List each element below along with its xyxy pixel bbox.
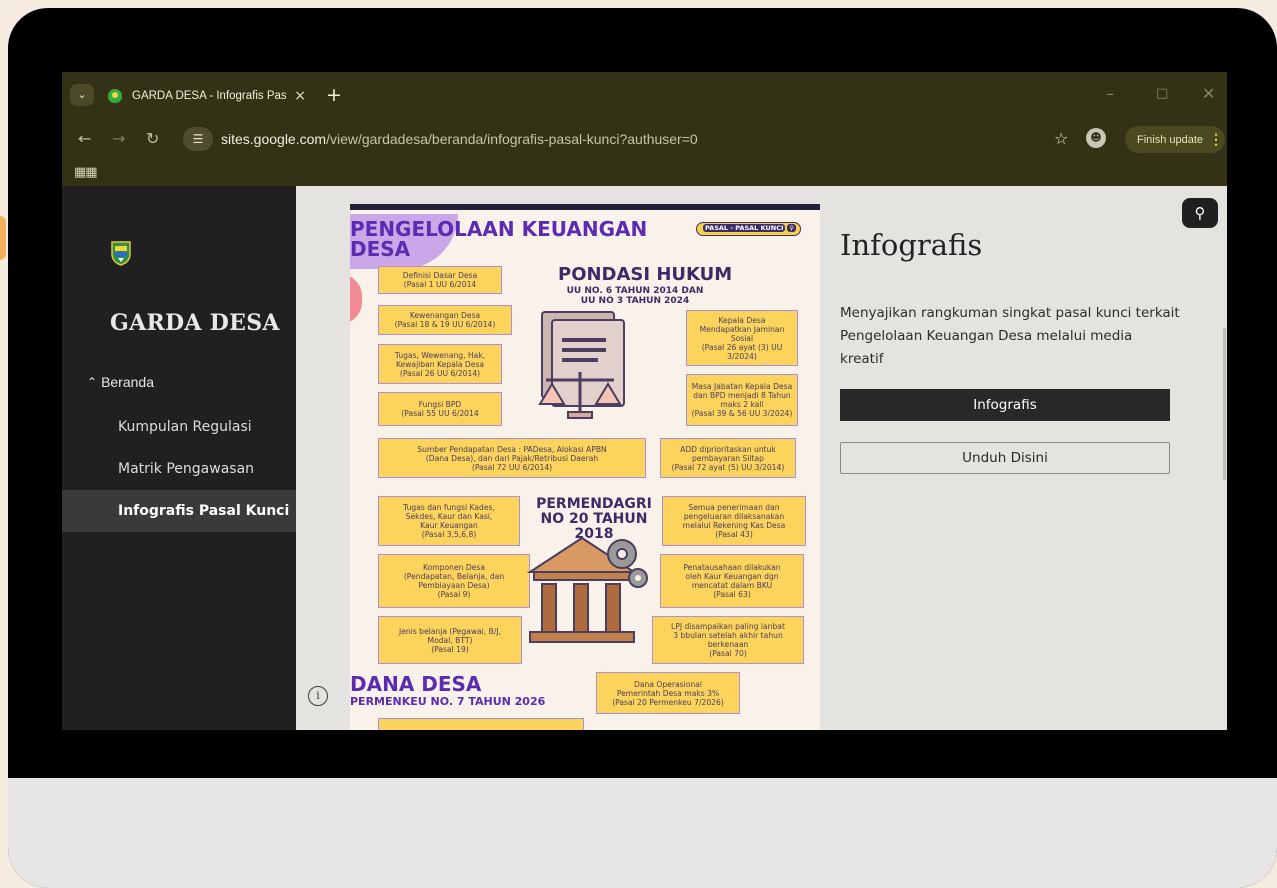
box-rekening-kas-desa: Semua penerimaan dan pengeluaran dilaksa… (662, 496, 806, 546)
sidebar: GARDA DESA ⌃ Beranda Kumpulan Regulasi M… (62, 186, 296, 730)
scrollbar[interactable] (1223, 328, 1226, 480)
page-title: Infografis (840, 228, 983, 262)
url-text: sites.google.com/view/gardadesa/beranda/… (221, 131, 698, 147)
box-jaminan-sosial: Kepala Desa Mendapatkan Jaminan Sosial (… (686, 310, 798, 366)
box-tugas-kepala-desa: Tugas, Wewenang, Hak, Kewajiban Kepala D… (378, 344, 502, 384)
tab-search-icon[interactable]: ⌄ (70, 84, 94, 106)
heading-pondasi-sub1: UU NO. 6 TAHUN 2014 DAN (566, 286, 704, 296)
garda-desa-logo[interactable] (110, 240, 132, 266)
decor-edge (0, 216, 6, 260)
page-content: GARDA DESA ⌃ Beranda Kumpulan Regulasi M… (62, 186, 1227, 730)
site-name[interactable]: GARDA DESA (110, 310, 280, 336)
restore-icon[interactable]: □ (1156, 86, 1168, 101)
box-jenis-belanja: Jenis belanja (Pegawai, B/J, Modal, BTT)… (378, 616, 522, 664)
box-add-siltap: ADD diprioritaskan untuk pembayaran Silt… (660, 438, 796, 478)
back-arrow-icon[interactable]: ← (78, 129, 91, 149)
apps-grid-icon[interactable]: ▦▦ (74, 165, 98, 180)
box-penatausahaan: Penatausahaan dilakukan oleh Kaur Keuang… (660, 554, 804, 608)
infografis-button[interactable]: Infografis (840, 389, 1170, 421)
site-info-icon[interactable]: ☰ (183, 127, 213, 151)
page-description: Menyajikan rangkuman singkat pasal kunci… (840, 305, 1180, 367)
box-sumber-pendapatan: Sumber Pendapatan Desa : PADesa, Alokasi… (378, 438, 646, 478)
tab-title: GARDA DESA - Infografis Pasal (132, 90, 287, 102)
heading-dana-desa: DANA DESA (350, 672, 482, 696)
box-tugas-fungsi-kades: Tugas dan fungsi Kades, Sekdes, Kaur dan… (378, 496, 520, 546)
tab-active[interactable]: GARDA DESA - Infografis Pasal × (100, 78, 306, 114)
decor-blob (350, 274, 362, 324)
heading-dana-desa-sub: PERMENKEU NO. 7 TAHUN 2026 (350, 695, 546, 708)
info-icon[interactable]: i (308, 686, 328, 706)
minimize-icon[interactable]: – (1106, 84, 1114, 103)
sidebar-item-infografis-pasal-kunci[interactable]: Infografis Pasal Kunci (62, 490, 296, 532)
finish-update-button[interactable]: Finish update ⋮ (1125, 126, 1225, 153)
download-button[interactable]: Unduh Disini (840, 442, 1170, 474)
address-bar[interactable]: ☰ sites.google.com/view/gardadesa/berand… (178, 123, 1098, 155)
bookmarks-bar: ▦▦ (62, 160, 1227, 188)
forward-arrow-icon[interactable]: → (112, 129, 125, 149)
device-lower-area (8, 778, 1277, 888)
reload-icon[interactable]: ↻ (146, 129, 159, 149)
sidebar-item-label: Beranda (101, 374, 154, 390)
toolbar: ← → ↻ ☰ sites.google.com/view/gardadesa/… (62, 120, 1227, 160)
browser-window: ⌄ GARDA DESA - Infografis Pasal × + – □ … (62, 72, 1227, 730)
search-icon[interactable]: ⚲ (1182, 198, 1218, 228)
sidebar-item-matrik-pengawasan[interactable]: Matrik Pengawasan (62, 448, 296, 490)
star-icon[interactable]: ☆ (1054, 129, 1068, 148)
heading-permendagri-line1: PERMENDAGRI (536, 496, 652, 512)
box-lpj: LPJ disampaikan paling lanbat 3 bbulan s… (652, 616, 804, 664)
box-dana-operasional: Dana Operasional Pemerintah Desa maks 3%… (596, 672, 740, 714)
sidebar-item-beranda[interactable]: ⌃ Beranda (87, 374, 154, 390)
tab-bar: ⌄ GARDA DESA - Infografis Pasal × + – □ … (62, 72, 1227, 120)
box-kewenangan-desa: Kewenangan Desa (Pasal 18 & 19 UU 6/2014… (378, 305, 512, 335)
legal-document-illustration (538, 311, 625, 419)
box-masa-jabatan: Masa Jabatan Kepala Desa dan BPD menjadi… (686, 374, 798, 426)
heading-permendagri-line2: NO 20 TAHUN (540, 511, 648, 527)
sidebar-item-kumpulan-regulasi[interactable]: Kumpulan Regulasi (62, 406, 296, 448)
infographic-title-line2: DESA (350, 237, 411, 261)
profile-icon[interactable]: ☻ (1086, 128, 1106, 148)
window-close-icon[interactable]: ✕ (1202, 84, 1215, 103)
infographic-chip: PASAL - PASAL KUNCI ⚲ (696, 222, 802, 236)
box-definisi-desa: Definisi Dasar Desa (Pasal 1 UU 6/2014 (378, 266, 502, 294)
chevron-up-icon[interactable]: ⌃ (87, 375, 97, 389)
building-gears-illustration (526, 536, 648, 643)
box-partial (378, 718, 584, 730)
device-frame: ⌄ GARDA DESA - Infografis Pasal × + – □ … (8, 8, 1277, 888)
site-favicon (108, 89, 122, 103)
plus-icon[interactable]: + (326, 84, 342, 106)
kebab-menu-icon: ⋮ (1209, 131, 1224, 147)
decor-bar (350, 204, 820, 210)
close-icon[interactable]: × (294, 88, 306, 104)
heading-pondasi-hukum: PONDASI HUKUM (558, 264, 733, 285)
box-fungsi-bpd: Fungsi BPD (Pasal 55 UU 6/2014 (378, 392, 502, 426)
search-icon: ⚲ (787, 224, 797, 232)
infographic-image: PENGELOLAAN KEUANGAN DESA PASAL - PASAL … (350, 204, 820, 730)
box-komponen-desa: Komponen Desa (Pendapatan, Belanja, dan … (378, 554, 530, 608)
